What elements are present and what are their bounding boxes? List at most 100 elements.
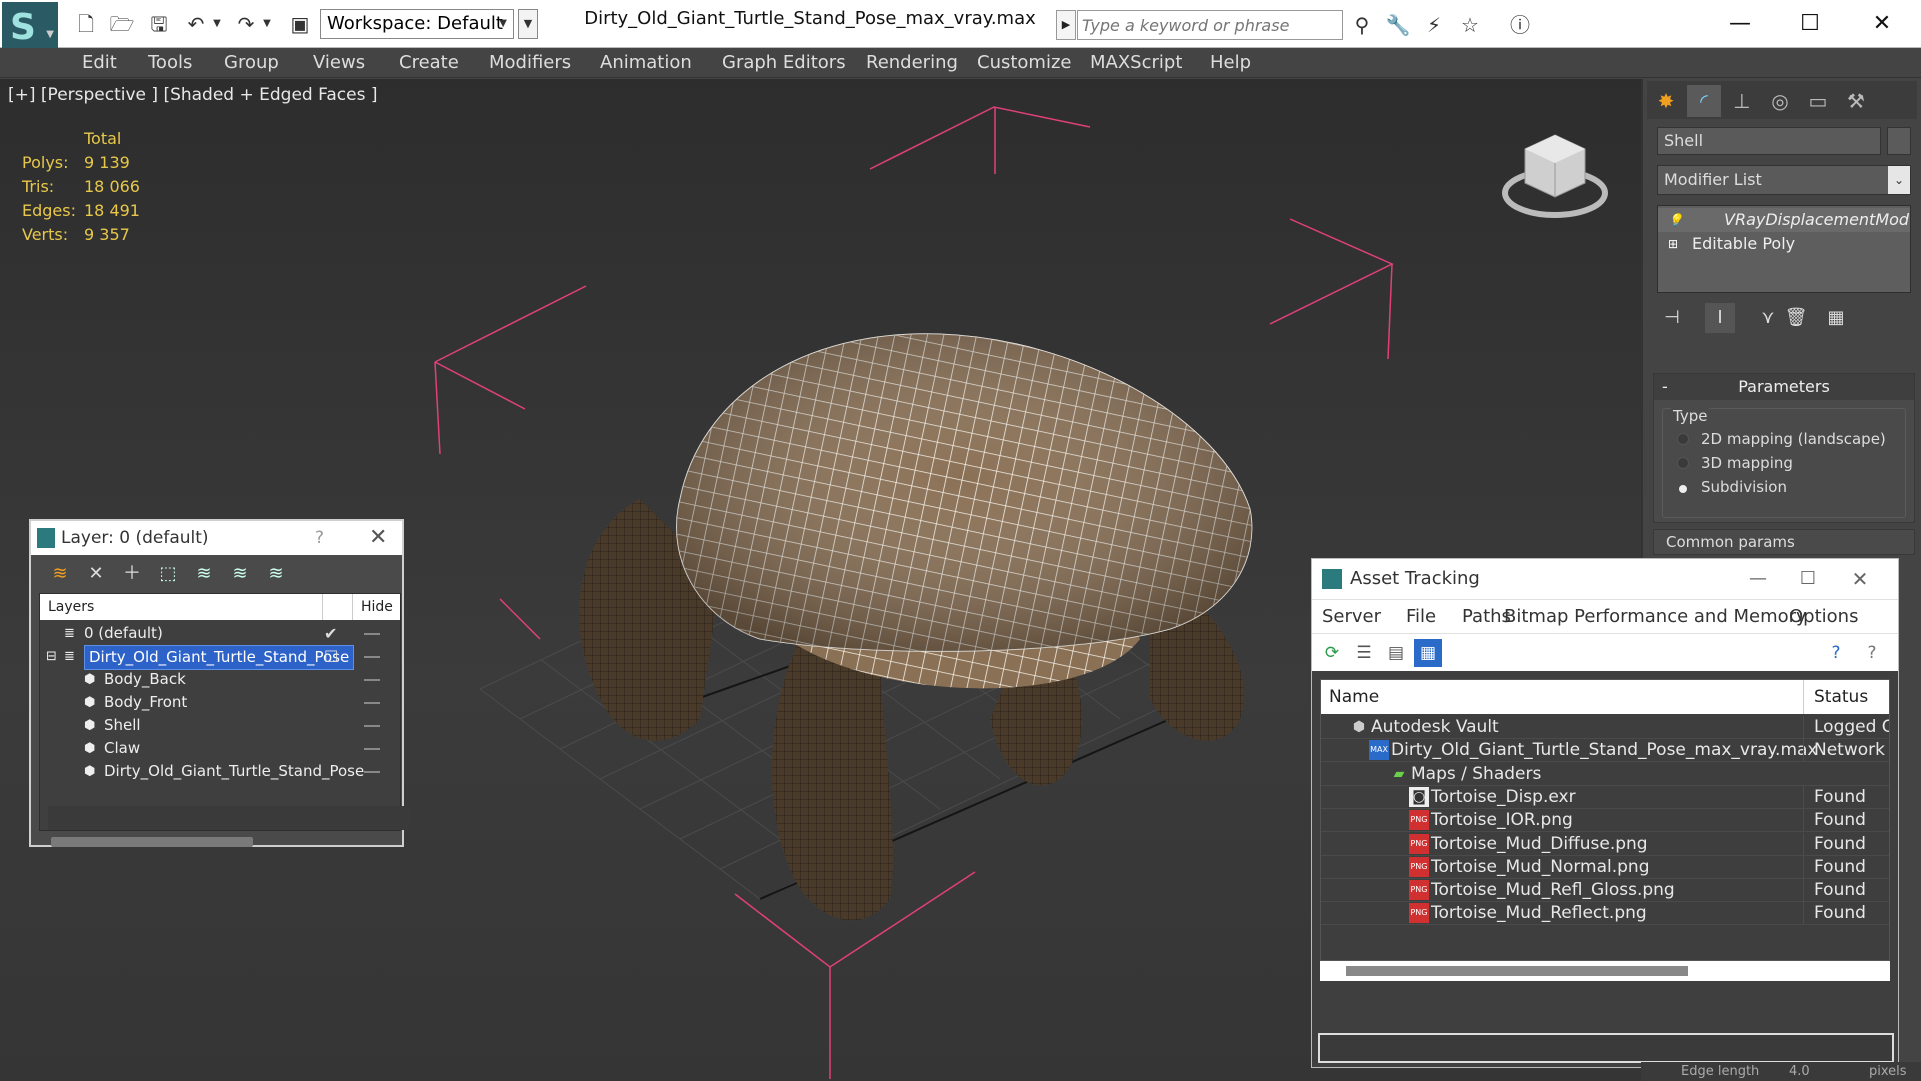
column-header-status[interactable]: Status: [1803, 680, 1889, 714]
close-button[interactable]: ✕: [1856, 6, 1908, 42]
horizontal-scrollbar[interactable]: [1320, 961, 1890, 981]
binoculars-icon[interactable]: ⚲: [1346, 10, 1378, 40]
motion-tab-icon[interactable]: ◎: [1763, 85, 1797, 117]
radio-subdivision[interactable]: Subdivision: [1677, 475, 1787, 499]
asset-row[interactable]: MAX Dirty_Old_Giant_Turtle_Stand_Pose_max…: [1321, 739, 1889, 763]
minimize-button[interactable]: —: [1714, 6, 1766, 42]
object-row[interactable]: ⬢ Body_Front: [40, 691, 400, 714]
freeze-all-layers-icon[interactable]: ≋: [261, 559, 291, 589]
hide-toggle[interactable]: [364, 702, 380, 704]
menu-edit[interactable]: Edit: [82, 48, 117, 78]
scrollbar-thumb[interactable]: [1346, 966, 1688, 976]
thumbnail-view-icon[interactable]: ▤: [1382, 639, 1410, 667]
collapse-icon[interactable]: ⊟: [46, 645, 62, 668]
close-icon[interactable]: ✕: [369, 521, 387, 555]
save-icon[interactable]: 🖫: [145, 10, 173, 38]
menu-animation[interactable]: Animation: [600, 48, 692, 78]
column-header-hide[interactable]: Hide: [352, 594, 400, 620]
asset-row[interactable]: PNG Tortoise_IOR.png Found: [1321, 809, 1889, 833]
asset-row[interactable]: ◙ Tortoise_Disp.exr Found: [1321, 785, 1889, 809]
utilities-tab-icon[interactable]: ⚒: [1839, 85, 1873, 117]
set-current-layer-icon[interactable]: ☐: [324, 645, 344, 668]
open-file-icon[interactable]: 🗁: [108, 10, 136, 38]
help-icon[interactable]: ?: [1822, 639, 1850, 667]
help-disabled-icon[interactable]: ?: [1858, 639, 1886, 667]
object-color-swatch[interactable]: [1887, 127, 1911, 155]
list-view-icon[interactable]: ☰: [1350, 639, 1378, 667]
show-end-result-icon[interactable]: I: [1705, 303, 1735, 333]
asset-menu-server[interactable]: Server: [1322, 600, 1381, 634]
new-file-icon[interactable]: 🗋: [72, 10, 100, 38]
highlight-layer-icon[interactable]: ≋: [189, 559, 219, 589]
undo-icon[interactable]: ↶: [182, 10, 210, 38]
hide-toggle[interactable]: [364, 725, 380, 727]
delete-layer-icon[interactable]: ✕: [81, 559, 111, 589]
favorites-star-icon[interactable]: ☆: [1454, 10, 1486, 40]
key-icon[interactable]: 🔧: [1382, 10, 1414, 40]
layer-row[interactable]: ≣ 0 (default) ✔: [40, 622, 400, 645]
menu-modifiers[interactable]: Modifiers: [489, 48, 571, 78]
object-name-field[interactable]: Shell: [1657, 127, 1881, 155]
object-row[interactable]: ⬢ Shell: [40, 714, 400, 737]
asset-menu-options[interactable]: Options: [1789, 600, 1858, 634]
common-params-rollout[interactable]: Common params: [1653, 529, 1915, 555]
object-row[interactable]: ⬢ Dirty_Old_Giant_Turtle_Stand_Pose: [40, 760, 400, 783]
app-menu-button[interactable]: S ▼: [2, 2, 58, 48]
turtle-model[interactable]: [579, 333, 1253, 921]
pin-stack-icon[interactable]: ⊣: [1657, 303, 1687, 333]
object-row[interactable]: ⬢ Body_Back: [40, 668, 400, 691]
remove-modifier-icon[interactable]: 🗑: [1781, 303, 1811, 333]
layer-dialog-titlebar[interactable]: Layer: 0 (default) ? ✕: [31, 521, 402, 555]
hide-toggle[interactable]: [364, 633, 380, 635]
object-row[interactable]: ⬢ Claw: [40, 737, 400, 760]
radio-3d-mapping[interactable]: 3D mapping: [1677, 451, 1793, 475]
close-icon[interactable]: ✕: [1840, 559, 1880, 599]
stack-item-vraydisplacementmod[interactable]: 💡 VRayDisplacementMod: [1658, 208, 1910, 232]
asset-row[interactable]: PNG Tortoise_Mud_Normal.png Found: [1321, 855, 1889, 879]
column-header-name[interactable]: Name: [1329, 680, 1379, 714]
hide-toggle[interactable]: [364, 748, 380, 750]
configure-sets-icon[interactable]: ▦: [1821, 303, 1851, 333]
search-input[interactable]: [1077, 10, 1343, 40]
parameters-rollout-header[interactable]: - Parameters: [1654, 374, 1914, 400]
menu-views[interactable]: Views: [313, 48, 365, 78]
help-icon[interactable]: ⓘ: [1504, 10, 1536, 40]
column-header-layers[interactable]: Layers: [48, 594, 94, 620]
menu-help[interactable]: Help: [1210, 48, 1251, 78]
current-layer-check-icon[interactable]: ✔: [324, 622, 344, 645]
asset-row[interactable]: PNG Tortoise_Mud_Reflect.png Found: [1321, 902, 1889, 926]
menu-create[interactable]: Create: [399, 48, 459, 78]
undo-dropdown-icon[interactable]: ▼: [210, 10, 224, 38]
hide-all-layers-icon[interactable]: ≋: [225, 559, 255, 589]
viewcube-icon[interactable]: [1500, 125, 1610, 225]
menu-rendering[interactable]: Rendering: [866, 48, 958, 78]
radio-2d-mapping[interactable]: 2D mapping (landscape): [1677, 427, 1886, 451]
menu-customize[interactable]: Customize: [977, 48, 1071, 78]
asset-dialog-titlebar[interactable]: Asset Tracking — ☐ ✕: [1312, 559, 1898, 599]
menu-graph-editors[interactable]: Graph Editors: [722, 48, 846, 78]
viewport-label[interactable]: [+] [Perspective ] [Shaded + Edged Faces…: [8, 85, 377, 105]
asset-row[interactable]: PNG Tortoise_Mud_Refl_Gloss.png Found: [1321, 879, 1889, 903]
lightbulb-icon[interactable]: 💡: [1668, 208, 1684, 232]
modify-tab-icon[interactable]: ◜: [1687, 85, 1721, 117]
menu-tools[interactable]: Tools: [148, 48, 192, 78]
workspace-menu-button[interactable]: ▼: [518, 9, 538, 39]
redo-dropdown-icon[interactable]: ▼: [260, 10, 274, 38]
refresh-icon[interactable]: ⟳: [1318, 639, 1346, 667]
asset-menu-file[interactable]: File: [1406, 600, 1436, 634]
minimize-button[interactable]: —: [1738, 559, 1778, 599]
hide-toggle[interactable]: [364, 771, 380, 773]
asset-row[interactable]: ▰ Maps / Shaders: [1321, 763, 1889, 786]
maximize-button[interactable]: ☐: [1784, 6, 1836, 42]
asset-path-field[interactable]: [1318, 1033, 1894, 1063]
new-layer-icon[interactable]: ≋: [45, 559, 75, 589]
horizontal-scrollbar[interactable]: [51, 837, 253, 847]
menu-group[interactable]: Group: [224, 48, 279, 78]
workspace-select[interactable]: Workspace: Default ▼: [320, 9, 514, 39]
asset-row[interactable]: ⬢ Autodesk Vault Logged Out: [1321, 716, 1889, 739]
stack-item-editable-poly[interactable]: ⊞ Editable Poly: [1658, 232, 1910, 256]
asset-row[interactable]: PNG Tortoise_Mud_Diffuse.png Found: [1321, 832, 1889, 856]
table-view-icon[interactable]: ▦: [1414, 639, 1442, 667]
hide-toggle[interactable]: [364, 679, 380, 681]
project-folder-icon[interactable]: ▣: [286, 10, 314, 38]
